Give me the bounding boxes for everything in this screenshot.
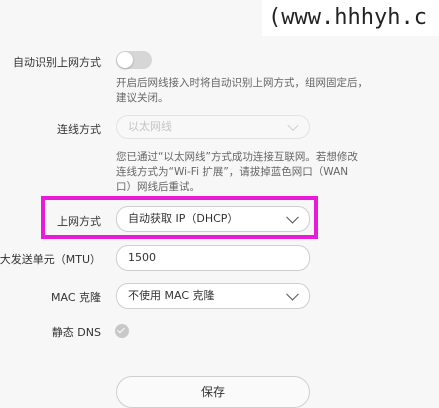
- connection-hint-1: 您已通过“以太网线”方式成功连接互联网。若想修改: [116, 151, 358, 163]
- chevron-down-icon: [286, 287, 299, 301]
- connection-hint-2: 连线方式为“Wi-Fi 扩展”，请拔掉蓝色网口（WAN: [116, 166, 349, 178]
- highlight-box: [41, 196, 318, 239]
- watermark: (www.hhhyh.c: [262, 0, 439, 36]
- auto-detect-hint-1: 开启后网线接入时将自动识别上网方式，组网固定后，: [116, 77, 368, 89]
- connection-type-value: 以太网线: [128, 120, 172, 133]
- auto-detect-toggle[interactable]: [116, 51, 152, 69]
- mtu-value: 1500: [128, 251, 156, 264]
- mac-clone-label: MAC 克隆: [51, 291, 101, 304]
- static-dns-label: 静态 DNS: [51, 326, 101, 339]
- mtu-label: 最大发送单元（MTU）: [0, 253, 101, 266]
- connection-type-label: 连线方式: [57, 123, 101, 136]
- auto-detect-label: 自动识别上网方式: [13, 56, 101, 69]
- mtu-input[interactable]: 1500: [116, 245, 310, 271]
- mac-clone-value: 不使用 MAC 克隆: [128, 289, 215, 302]
- connection-hint-3: 口）网线后重试。: [116, 181, 200, 193]
- mac-clone-select[interactable]: 不使用 MAC 克隆: [116, 283, 310, 309]
- static-dns-checkbox[interactable]: [115, 324, 129, 338]
- connection-type-select: 以太网线: [116, 115, 310, 139]
- auto-detect-hint-2: 建议关闭。: [116, 92, 169, 104]
- chevron-down-icon: [287, 119, 299, 132]
- save-button[interactable]: 保存: [116, 376, 310, 408]
- toggle-knob: [117, 52, 133, 68]
